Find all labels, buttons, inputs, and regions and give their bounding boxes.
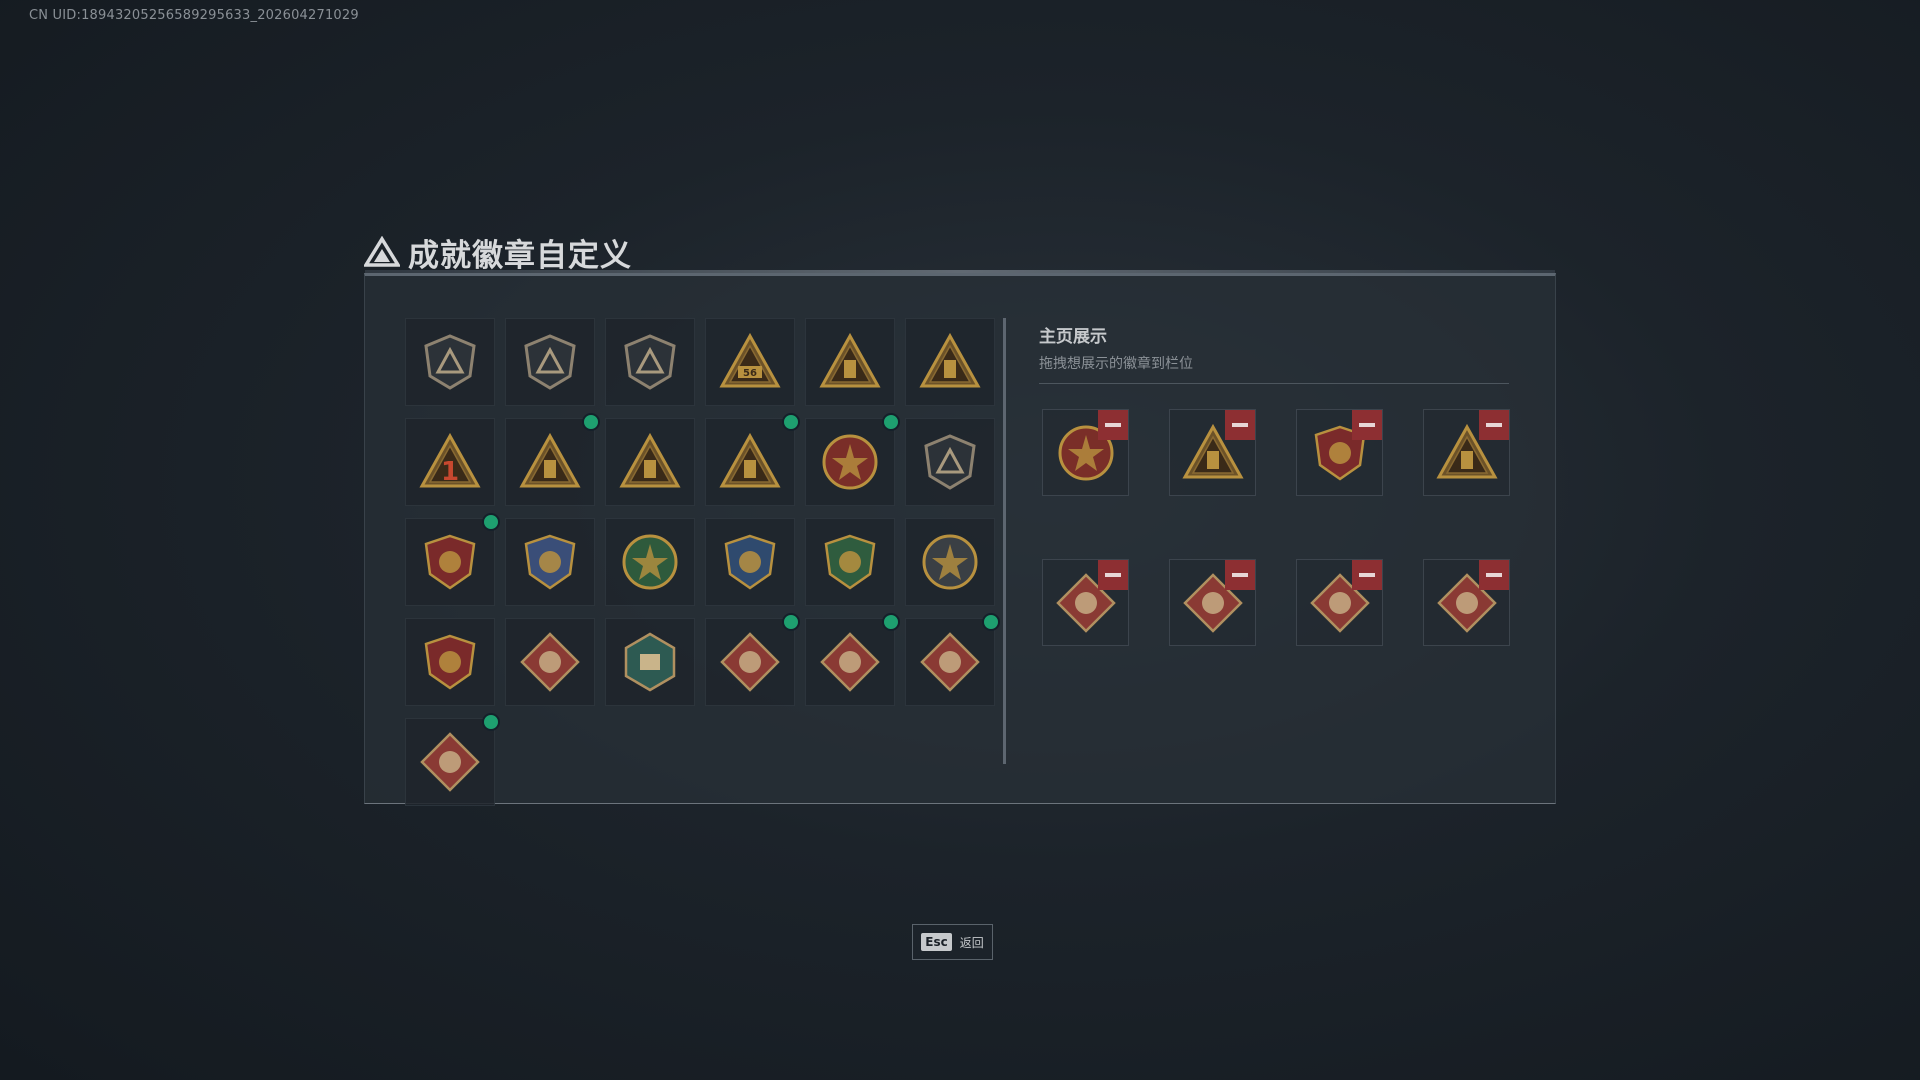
showcase-divider [1039, 383, 1509, 384]
badge-cell[interactable] [805, 613, 900, 706]
badge-cell[interactable] [505, 618, 595, 706]
remove-badge-button[interactable] [1098, 410, 1128, 440]
wing-shield-badge-icon [924, 434, 976, 490]
scroll-diamond-badge-icon [420, 732, 480, 792]
remove-badge-button[interactable] [1352, 410, 1382, 440]
minus-icon [1486, 573, 1502, 577]
page-header: 成就徽章自定义 [364, 232, 632, 274]
badge-cell[interactable] [505, 518, 595, 606]
tiger-crest-badge-icon [524, 534, 576, 590]
remove-badge-button[interactable] [1479, 410, 1509, 440]
remove-badge-button[interactable] [1225, 410, 1255, 440]
badge-cell[interactable] [605, 518, 695, 606]
badge-cell[interactable] [905, 613, 1000, 706]
rocket-triangle-badge-icon [719, 432, 781, 488]
showcase-slot[interactable] [1296, 409, 1383, 496]
star-skull-round-badge-icon [822, 434, 878, 490]
badge-customize-panel: 56 1 主页展示 拖拽想展示的徽章到栏位 [364, 270, 1556, 806]
squad-triangle-badge-icon [619, 432, 681, 488]
badge-cell[interactable] [405, 713, 500, 806]
showcase-subtitle: 拖拽想展示的徽章到栏位 [1039, 356, 1193, 372]
back-label: 返回 [959, 935, 984, 950]
minus-icon [1359, 423, 1375, 427]
wolf-diamond-badge-icon [520, 632, 580, 692]
stars-crest-badge-icon [424, 534, 476, 590]
minus-icon [1486, 423, 1502, 427]
badge-cell[interactable] [705, 413, 800, 506]
new-indicator-dot [782, 613, 800, 631]
runner-diamond-badge-icon [920, 632, 980, 692]
new-indicator-dot [482, 713, 500, 731]
remove-badge-button[interactable] [1479, 560, 1509, 590]
badge-cell[interactable] [405, 513, 500, 606]
page-title: 成就徽章自定义 [408, 237, 632, 274]
minus-icon [1359, 573, 1375, 577]
badge-cell[interactable] [405, 318, 495, 406]
crossed-rifles-crest-badge-icon [424, 634, 476, 690]
badge-cell[interactable] [505, 413, 600, 506]
badge-cell[interactable] [505, 318, 595, 406]
badge-cell[interactable] [405, 618, 495, 706]
badge-cell[interactable] [605, 418, 695, 506]
uid-label: CN UID:18943205256589295633_202604271029 [29, 8, 359, 23]
minus-icon [1105, 423, 1121, 427]
showcase-slot[interactable] [1042, 559, 1129, 646]
badge-cell[interactable] [605, 318, 695, 406]
showcase-slots [1042, 409, 1510, 646]
panel-divider [1003, 318, 1006, 764]
svg-text:56: 56 [743, 368, 757, 379]
badge-cell[interactable] [705, 518, 795, 606]
showcase-slot[interactable] [1169, 559, 1256, 646]
minus-icon [1105, 573, 1121, 577]
back-button[interactable]: Esc 返回 [912, 924, 993, 960]
badge-cell[interactable] [805, 413, 900, 506]
showcase-slot[interactable] [1042, 409, 1129, 496]
remove-badge-button[interactable] [1352, 560, 1382, 590]
rifle-round-badge-icon [922, 534, 978, 590]
showcase-section: 主页展示 拖拽想展示的徽章到栏位 [1039, 322, 1519, 646]
delta-logo-icon [364, 236, 400, 267]
bird-triangle-badge-icon [919, 332, 981, 388]
new-indicator-dot [582, 413, 600, 431]
showcase-title: 主页展示 [1039, 327, 1107, 347]
badge-cell[interactable] [905, 518, 995, 606]
dragon-diamond-badge-icon [820, 632, 880, 692]
new-indicator-dot [982, 613, 1000, 631]
gear-hex-badge-icon [624, 632, 676, 692]
56-triangle-badge-icon: 56 [719, 332, 781, 388]
badge-cell[interactable] [605, 618, 695, 706]
new-indicator-dot [482, 513, 500, 531]
badge-cell[interactable] [805, 318, 895, 406]
helicopter-shield-badge-icon [524, 334, 576, 390]
remove-badge-button[interactable] [1098, 560, 1128, 590]
new-indicator-dot [782, 413, 800, 431]
number-1-triangle-badge-icon: 1 [419, 432, 481, 488]
badge-collection-grid: 56 1 [405, 318, 1000, 806]
rifle-crest-green-badge-icon [824, 534, 876, 590]
badge-cell[interactable] [705, 613, 800, 706]
minus-icon [1232, 423, 1248, 427]
badge-cell[interactable] [905, 318, 995, 406]
crate-triangle-badge-icon [519, 432, 581, 488]
triangle-shield-badge-icon [424, 334, 476, 390]
dagger-shield-badge-icon [624, 334, 676, 390]
dragon-diamond-badge-icon [720, 632, 780, 692]
remove-badge-button[interactable] [1225, 560, 1255, 590]
badge-cell[interactable]: 1 [405, 418, 495, 506]
svg-text:1: 1 [441, 457, 459, 487]
new-indicator-dot [882, 413, 900, 431]
badge-cell[interactable] [805, 518, 895, 606]
minus-icon [1232, 573, 1248, 577]
showcase-slot[interactable] [1296, 559, 1383, 646]
beast-round-badge-icon [622, 534, 678, 590]
badge-cell[interactable]: 56 [705, 318, 795, 406]
showcase-slot[interactable] [1423, 559, 1510, 646]
showcase-slot[interactable] [1169, 409, 1256, 496]
esc-key-hint: Esc [921, 933, 952, 951]
tower-triangle-badge-icon [819, 332, 881, 388]
showcase-slot[interactable] [1423, 409, 1510, 496]
rifle-crest-blue-badge-icon [724, 534, 776, 590]
new-indicator-dot [882, 613, 900, 631]
badge-cell[interactable] [905, 418, 995, 506]
